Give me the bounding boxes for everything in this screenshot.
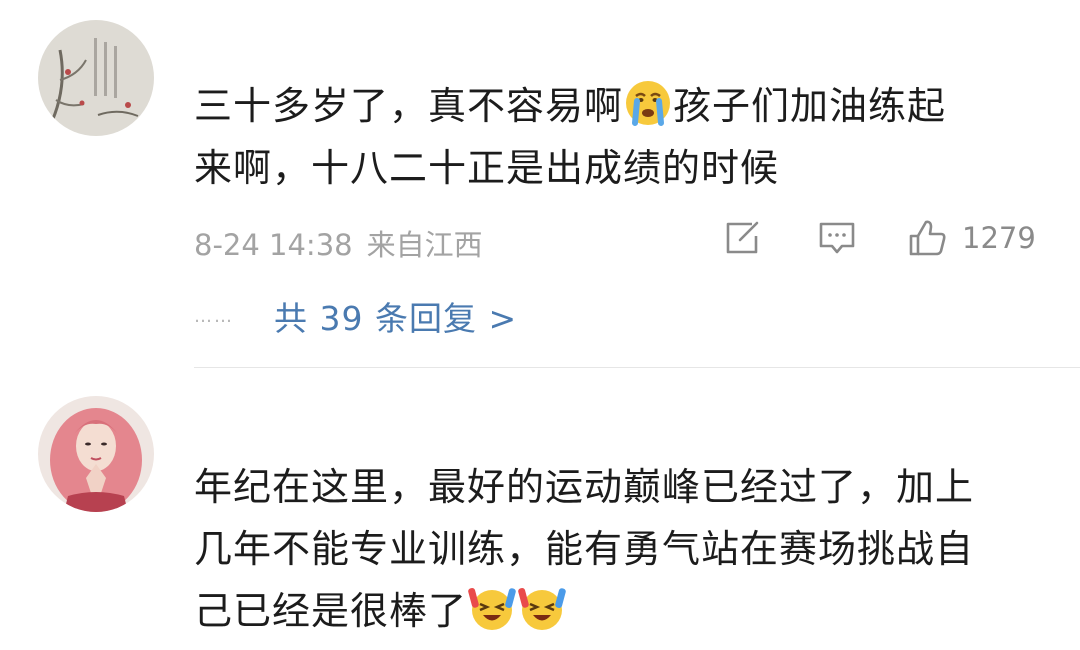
comment-bubble-icon — [819, 222, 855, 254]
thumbs-up-icon — [909, 220, 946, 256]
meta-info: 8-24 14:38 来自江西 — [194, 222, 497, 264]
comment-text: 三十多岁了，真不容易啊 孩子们加油练起 来啊，十八二十正是出成绩的时候 — [194, 75, 1044, 199]
like-button[interactable]: 1279 — [906, 216, 1036, 260]
share-button[interactable] — [722, 216, 762, 260]
comment-location: 来自江西 — [366, 228, 483, 262]
comment-button[interactable] — [816, 216, 858, 260]
ink-painting-avatar-image — [38, 20, 154, 136]
avatar[interactable] — [38, 396, 154, 512]
pink-hair-portrait-avatar-image — [38, 396, 154, 512]
comment-text: 年纪在这里，最好的运动巅峰已经过了，加上 几年不能专业训练，能有勇气站在赛场挑战… — [194, 465, 975, 633]
avatar[interactable] — [38, 20, 154, 136]
view-replies-link[interactable]: 共 39 条回复 > — [274, 292, 517, 340]
comment-item: 三十多岁了，真不容易啊 孩子们加油练起 来啊，十八二十正是出成绩的时候 8-24… — [0, 0, 1080, 367]
comment-meta: 8-24 14:38 来自江西 1279 — [194, 216, 1054, 262]
replies-row[interactable]: …… 共 39 条回复 > — [194, 294, 517, 338]
crying-face-emoji — [624, 79, 672, 127]
replies-dots: …… — [194, 305, 234, 327]
cheering-face-emoji — [518, 584, 566, 632]
share-edit-icon — [726, 221, 759, 254]
like-count: 1279 — [962, 221, 1036, 255]
comment-date: 8-24 14:38 — [194, 228, 353, 262]
cheering-face-emoji — [468, 584, 516, 632]
comment-item: 年纪在这里，最好的运动巅峰已经过了，加上 几年不能专业训练，能有勇气站在赛场挑战… — [0, 368, 1080, 647]
